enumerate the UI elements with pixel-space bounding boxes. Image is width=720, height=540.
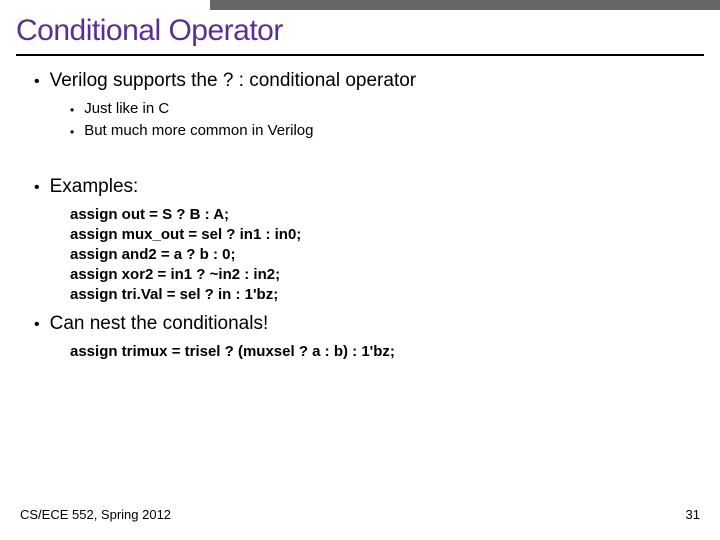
bullet-level1: • Can nest the conditionals!	[34, 313, 700, 337]
slide-content: • Verilog supports the ? : conditional o…	[0, 70, 720, 360]
bullet-level1: • Examples:	[34, 176, 700, 200]
footer-course: CS/ECE 552, Spring 2012	[20, 507, 171, 522]
slide-footer: CS/ECE 552, Spring 2012 31	[20, 507, 700, 522]
bullet-dot-icon: •	[34, 176, 40, 200]
footer-page-number: 31	[686, 507, 700, 522]
bullet-text: Examples:	[50, 176, 139, 198]
code-line: assign xor2 = in1 ? ~in2 : in2;	[70, 266, 700, 283]
header-accent-bar	[210, 0, 720, 10]
code-line: assign mux_out = sel ? in1 : in0;	[70, 226, 700, 243]
bullet-dot-icon: •	[34, 70, 40, 94]
code-line: assign tri.Val = sel ? in : 1'bz;	[70, 286, 700, 303]
code-line: assign trimux = trisel ? (muxsel ? a : b…	[70, 343, 700, 360]
bullet-level2: • Just like in C	[70, 100, 700, 120]
bullet-text: Just like in C	[84, 100, 169, 117]
title-underline	[16, 54, 704, 56]
bullet-level1: • Verilog supports the ? : conditional o…	[34, 70, 700, 94]
code-line: assign and2 = a ? b : 0;	[70, 246, 700, 263]
bullet-text: But much more common in Verilog	[84, 122, 313, 139]
bullet-dot-icon: •	[70, 122, 74, 142]
bullet-dot-icon: •	[34, 313, 40, 337]
spacer	[20, 144, 700, 168]
bullet-text: Can nest the conditionals!	[50, 313, 269, 335]
bullet-dot-icon: •	[70, 100, 74, 120]
code-line: assign out = S ? B : A;	[70, 206, 700, 223]
bullet-level2: • But much more common in Verilog	[70, 122, 700, 142]
bullet-text: Verilog supports the ? : conditional ope…	[50, 70, 417, 92]
